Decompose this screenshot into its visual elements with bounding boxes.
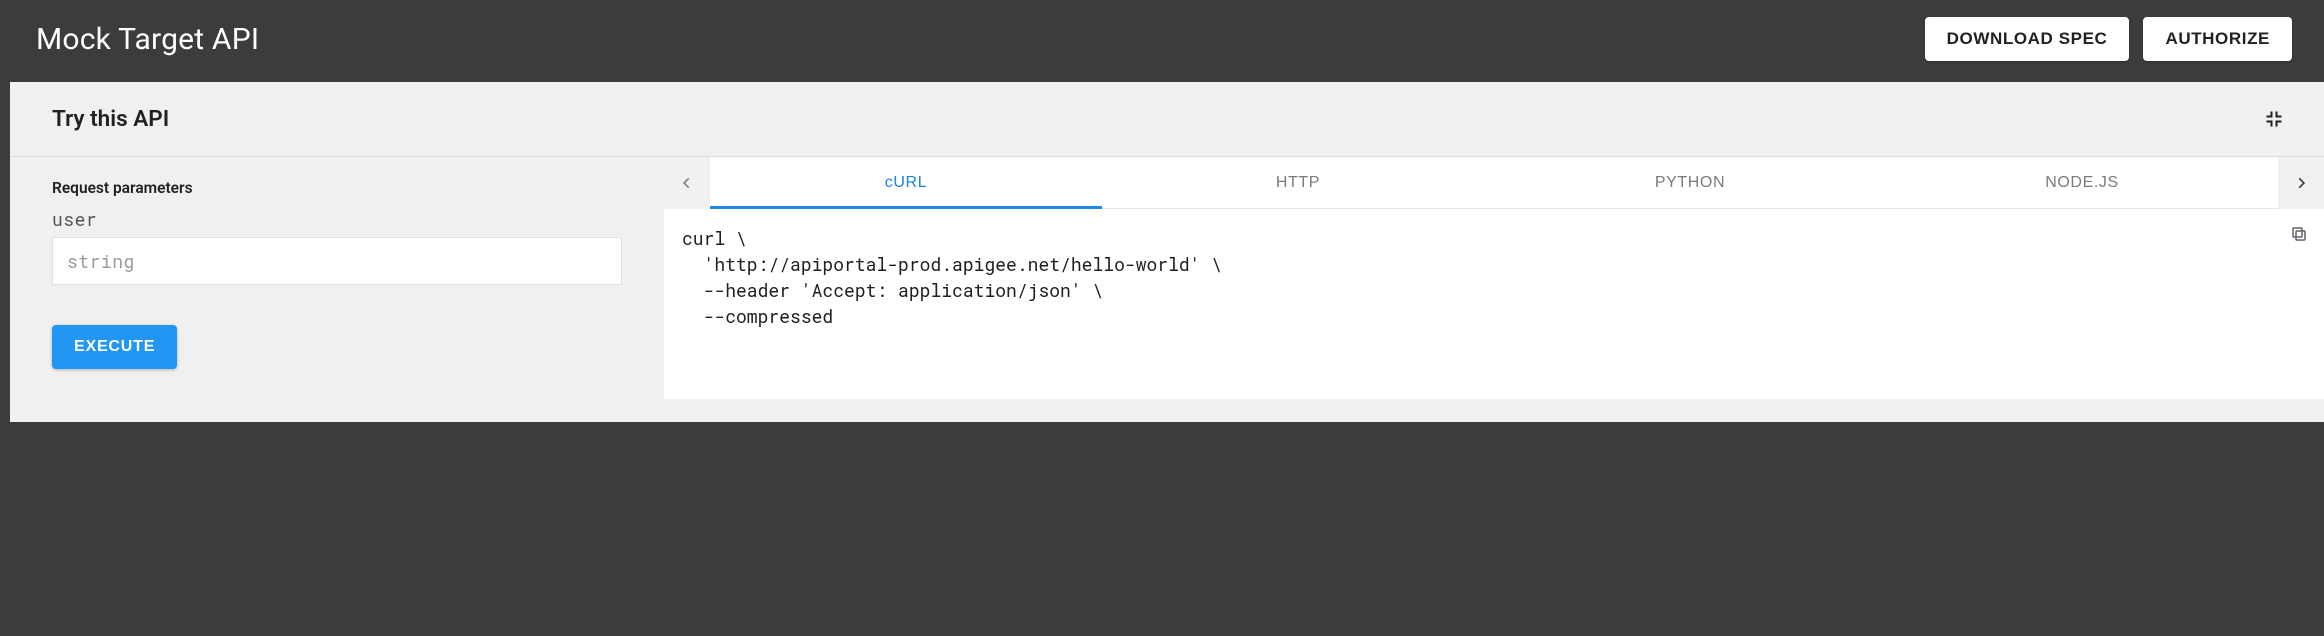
tab-http[interactable]: HTTP [1102, 157, 1494, 208]
panel-body: Request parameters user EXECUTE cURL HTT… [10, 157, 2324, 399]
code-tabs-strip: cURL HTTP PYTHON NODE.JS [664, 157, 2324, 209]
collapse-button[interactable] [2262, 107, 2286, 131]
request-parameters-column: Request parameters user EXECUTE [10, 157, 664, 399]
top-actions: DOWNLOAD SPEC AUTHORIZE [1925, 17, 2292, 61]
execute-button[interactable]: EXECUTE [52, 325, 177, 369]
tab-curl[interactable]: cURL [710, 157, 1102, 208]
authorize-button[interactable]: AUTHORIZE [2143, 17, 2292, 61]
panel-header: Try this API [10, 82, 2324, 157]
tabs-scroll-left-button[interactable] [664, 157, 710, 209]
tab-nodejs[interactable]: NODE.JS [1886, 157, 2278, 208]
code-snippet[interactable]: curl \ 'http://apiportal-prod.apigee.net… [682, 225, 2306, 329]
topbar: Mock Target API DOWNLOAD SPEC AUTHORIZE [0, 0, 2324, 78]
copy-button[interactable] [2288, 223, 2310, 245]
code-area: curl \ 'http://apiportal-prod.apigee.net… [664, 209, 2324, 399]
chevron-right-icon [2294, 172, 2308, 194]
page-title: Mock Target API [36, 22, 259, 57]
download-spec-button[interactable]: DOWNLOAD SPEC [1925, 17, 2130, 61]
copy-icon [2290, 225, 2308, 243]
chevron-left-icon [680, 172, 694, 194]
code-sample-column: cURL HTTP PYTHON NODE.JS [664, 157, 2324, 399]
param-user-label: user [52, 207, 622, 231]
try-api-panel: Try this API Request parameters user EXE… [10, 82, 2324, 422]
panel-title: Try this API [52, 106, 169, 132]
tab-python[interactable]: PYTHON [1494, 157, 1886, 208]
request-parameters-heading: Request parameters [52, 179, 622, 197]
contract-icon [2264, 109, 2284, 129]
tabs-scroll-right-button[interactable] [2278, 157, 2324, 209]
param-user-input[interactable] [52, 237, 622, 285]
code-tabs: cURL HTTP PYTHON NODE.JS [710, 157, 2278, 209]
